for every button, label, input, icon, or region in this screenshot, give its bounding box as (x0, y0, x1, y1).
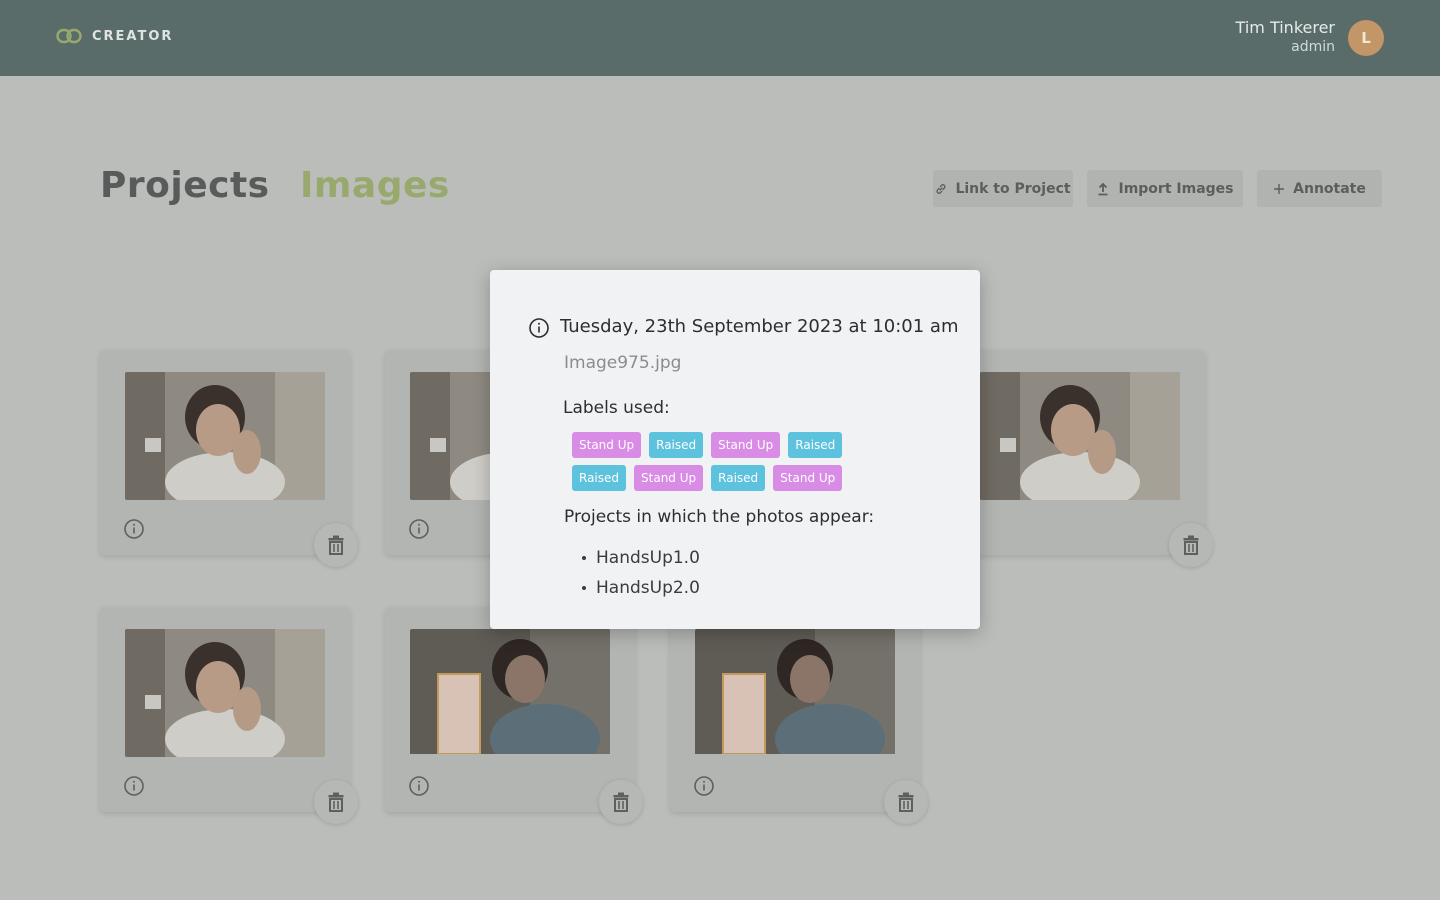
tab-images[interactable]: Images (300, 165, 450, 206)
image-thumbnail[interactable] (125, 372, 325, 500)
image-card[interactable] (100, 350, 358, 567)
upload-icon (1098, 182, 1108, 195)
image-card[interactable] (100, 607, 358, 824)
project-name: HandsUp1.0 (596, 548, 700, 568)
tab-projects[interactable]: Projects (100, 165, 270, 206)
brand-name: CREATOR (92, 28, 174, 44)
label-chip: Stand Up (634, 465, 704, 491)
user-name: Tim Tinkerer (1235, 18, 1335, 37)
project-list-item[interactable]: HandsUp2.0 (582, 573, 700, 603)
bullet (582, 586, 586, 590)
label-chip: Stand Up (711, 432, 781, 458)
user-role: admin (1291, 39, 1335, 55)
delete-button[interactable] (884, 780, 928, 824)
image-date: Tuesday, 23th September 2023 at 10:01 am (560, 316, 959, 337)
image-card[interactable] (385, 607, 643, 824)
link-to-project-label: Link to Project (955, 180, 1071, 197)
label-chip: Stand Up (572, 432, 642, 458)
info-icon[interactable] (123, 775, 145, 797)
label-chip: Raised (788, 432, 843, 458)
user-info[interactable]: Tim Tinkerer admin (1236, 18, 1335, 56)
info-icon[interactable] (408, 775, 430, 797)
bullet (582, 556, 586, 560)
project-name: HandsUp2.0 (596, 578, 700, 598)
project-list-item[interactable]: HandsUp1.0 (582, 543, 700, 573)
label-chips: Stand Up Raised Stand Up Raised Raised Stand … (572, 432, 872, 498)
trash-icon (1183, 535, 1199, 555)
delete-button[interactable] (1169, 523, 1213, 567)
labels-heading: Labels used: (563, 398, 670, 418)
label-chip: Raised (572, 465, 627, 491)
projects-list: HandsUp1.0 HandsUp2.0 (582, 543, 700, 603)
image-thumbnail[interactable] (695, 629, 895, 757)
image-thumbnail[interactable] (410, 629, 610, 757)
top-bar: CREATOR Tim Tinkerer admin L (0, 0, 1440, 76)
image-card[interactable] (955, 350, 1213, 567)
trash-icon (328, 792, 344, 812)
label-chip: Raised (711, 465, 766, 491)
plus-icon (1274, 183, 1285, 194)
info-icon[interactable] (123, 518, 145, 540)
info-icon (529, 318, 549, 338)
image-info-modal: Tuesday, 23th September 2023 at 10:01 am… (490, 270, 980, 629)
trash-icon (898, 792, 914, 812)
brand-logo[interactable]: CREATOR (56, 28, 173, 44)
label-chip: Stand Up (773, 465, 843, 491)
avatar[interactable]: L (1348, 20, 1384, 56)
delete-button[interactable] (314, 523, 358, 567)
trash-icon (613, 792, 629, 812)
trash-icon (328, 535, 344, 555)
info-icon[interactable] (408, 518, 430, 540)
delete-button[interactable] (314, 780, 358, 824)
link-logo-icon (56, 28, 82, 44)
delete-button[interactable] (599, 780, 643, 824)
link-to-project-button[interactable]: Link to Project (933, 170, 1073, 207)
image-thumbnail[interactable] (980, 372, 1180, 500)
label-chip: Raised (649, 432, 704, 458)
image-thumbnail[interactable] (125, 629, 325, 757)
import-images-button[interactable]: Import Images (1087, 170, 1243, 207)
import-images-label: Import Images (1118, 180, 1234, 197)
image-filename: Image975.jpg (564, 353, 682, 373)
annotate-button[interactable]: Annotate (1257, 170, 1382, 207)
image-card[interactable] (670, 607, 928, 824)
annotate-label: Annotate (1293, 180, 1366, 197)
info-icon[interactable] (693, 775, 715, 797)
link-icon (936, 183, 946, 194)
projects-heading: Projects in which the photos appear: (564, 507, 875, 527)
